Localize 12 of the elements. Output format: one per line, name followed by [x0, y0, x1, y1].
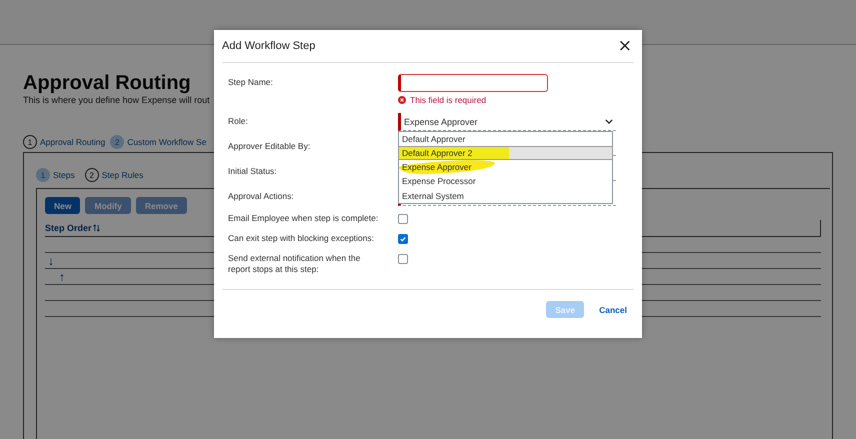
dialog-title: Add Workflow Step	[222, 40, 316, 52]
field-label: Step Name:	[228, 76, 274, 89]
error-message: This field is required	[410, 95, 486, 105]
field-label: Approval Actions:	[228, 190, 295, 203]
page-title: Approval Routing	[23, 71, 191, 95]
field-label: Can exit step with blocking exceptions:	[228, 233, 375, 244]
field-label: Approver Editable By:	[228, 140, 312, 153]
field-label: Email Employee when step is complete:	[228, 213, 380, 224]
page-subtitle: This is where you define how Expense will rout	[23, 95, 210, 106]
field-label: Role:	[228, 115, 249, 128]
field-label: Initial Status:	[228, 165, 278, 178]
field-label: Send external notification when the report stops at this step:	[228, 253, 362, 275]
